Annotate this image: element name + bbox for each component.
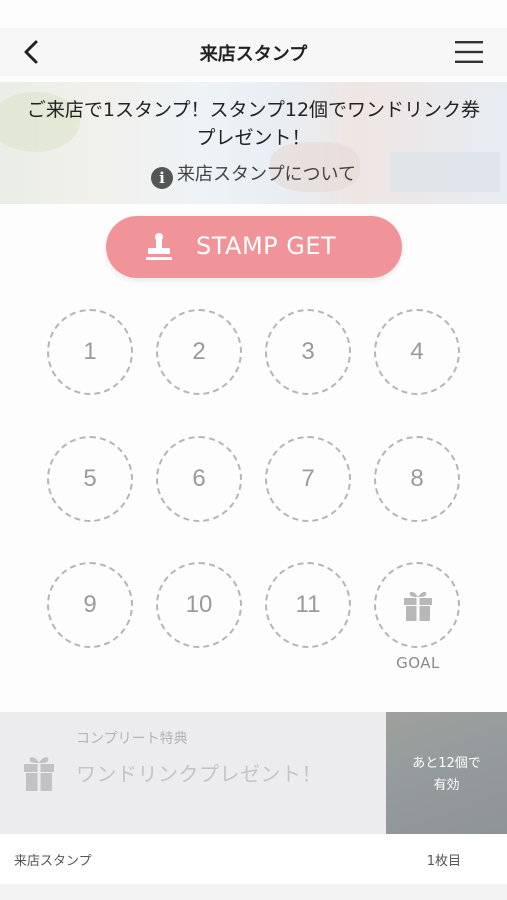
about-stamp-link-label: 来店スタンプについて: [177, 164, 356, 185]
card-footer: 来店スタンプ 1枚目: [0, 834, 507, 884]
stamp-icon: [146, 233, 172, 260]
stamp-slot-3: 3: [265, 309, 351, 395]
card-count-label: 1枚目: [426, 854, 461, 869]
stamp-get-label: STAMP GET: [196, 232, 337, 260]
remaining-stamps-status: 有効: [433, 778, 460, 793]
complete-reward-subtitle: コンプリート特典: [76, 731, 188, 747]
stamp-slot-6: 6: [156, 436, 242, 522]
card-type-label: 来店スタンプ: [14, 854, 92, 869]
goal-label: GOAL: [396, 654, 440, 672]
menu-button[interactable]: [455, 40, 483, 64]
stamp-slot-7: 7: [265, 436, 351, 522]
stamp-slot-11: 11: [265, 562, 351, 648]
page-title: 来店スタンプ: [199, 44, 308, 65]
stamp-slot-9: 9: [47, 562, 133, 648]
stamp-slot-goal: [374, 562, 460, 648]
stamp-slot-2: 2: [156, 309, 242, 395]
complete-reward-panel: コンプリート特典 ワンドリンクプレゼント！ あと12個で 有効: [0, 712, 507, 834]
info-icon: i: [151, 167, 174, 189]
gift-icon: [24, 757, 54, 791]
stamp-slot-10: 10: [156, 562, 242, 648]
stamp-slot-4: 4: [374, 309, 460, 395]
reward-photo: あと12個で 有効: [386, 712, 507, 834]
stamp-get-button[interactable]: STAMP GET: [106, 216, 402, 278]
gift-icon: [404, 591, 432, 621]
app-header: 来店スタンプ: [0, 28, 507, 76]
complete-reward-title: ワンドリンクプレゼント！: [76, 762, 322, 786]
footer-divider: [0, 884, 507, 900]
remaining-stamps-text: あと12個で: [412, 756, 481, 771]
stamp-slot-5: 5: [47, 436, 133, 522]
banner-message: ご来店で1スタンプ！スタンプ12個でワンドリンク券プレゼント！: [26, 99, 481, 149]
reward-photo-overlay: [386, 712, 507, 834]
stamp-slot-8: 8: [374, 436, 460, 522]
hamburger-menu-icon: [455, 41, 483, 63]
stamp-slot-1: 1: [47, 309, 133, 395]
about-stamp-link[interactable]: i 来店スタンプについて: [0, 160, 507, 189]
